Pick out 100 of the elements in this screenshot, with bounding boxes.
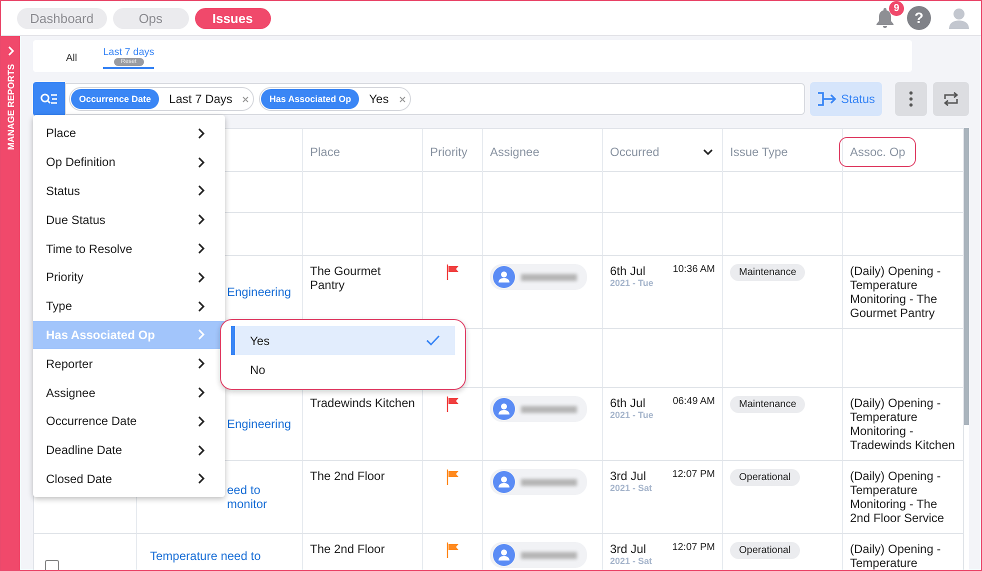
nav-tab[interactable]: Issues: [194, 8, 271, 28]
year-day-text: 2021 - Tue: [610, 410, 654, 420]
chevron-right-icon: [198, 156, 205, 168]
chevron-right-icon: [198, 444, 205, 456]
avatar-icon: [493, 471, 515, 493]
year-day-text: 2021 - Sat: [610, 483, 652, 493]
close-icon[interactable]: [242, 96, 250, 102]
assignee-pill[interactable]: [490, 396, 587, 422]
filter-chip[interactable]: Has Associated Op Yes: [259, 87, 411, 111]
time-text: 10:36 AM: [672, 264, 715, 277]
filter-menu-item[interactable]: Status: [33, 176, 225, 206]
issue-title-link[interactable]: Engineering: [227, 417, 292, 431]
chip-value: Last 7 Days: [169, 92, 232, 106]
time-text: 12:07 PM: [672, 469, 715, 482]
date-text: 3rd Jul: [610, 469, 648, 483]
filter-menu-item[interactable]: Closed Date: [33, 464, 225, 494]
assoc-op-text: (Daily) Opening - Temperature Monitoring - The 2nd Floor Service: [850, 469, 944, 525]
chip-field-label: Occurrence Date: [71, 89, 160, 109]
row-checkbox[interactable]: [45, 560, 59, 570]
swap-arrows-icon: [943, 92, 959, 106]
merge-arrow-icon: [816, 91, 837, 107]
chip-field-label: Has Associated Op: [261, 89, 360, 109]
bell-icon[interactable]: [875, 7, 895, 29]
column-header[interactable]: Issue Type: [719, 137, 799, 167]
submenu-option[interactable]: No: [231, 355, 455, 384]
issue-type-tag: Operational: [730, 469, 800, 486]
chevron-right-icon: [198, 243, 205, 254]
assoc-op-text: (Daily) Opening - Temperature Monitoring - Tradewinds Kitchen: [850, 396, 955, 452]
help-button[interactable]: ?: [907, 6, 931, 30]
date-text: 6th Jul: [610, 264, 646, 278]
time-text: 06:49 AM: [672, 396, 715, 409]
year-day-text: 2021 - Sat: [610, 556, 652, 566]
search-list-icon: [40, 93, 58, 105]
time-text: 12:07 PM: [672, 542, 715, 555]
blurred-name: [521, 406, 577, 412]
chevron-right-icon: [198, 214, 205, 226]
filter-menu-item[interactable]: Assignee: [33, 378, 225, 407]
blurred-name: [521, 478, 577, 486]
more-options-button[interactable]: [895, 82, 927, 116]
submenu-option[interactable]: Yes: [231, 326, 455, 355]
nav-tab[interactable]: Dashboard: [17, 8, 107, 28]
column-header[interactable]: Priority: [419, 137, 478, 167]
date-text: 6th Jul: [610, 396, 646, 410]
chevron-right-icon[interactable]: [6, 46, 14, 56]
place-text: The 2nd Floor: [310, 469, 385, 483]
chip-value: Yes: [369, 92, 389, 106]
notification-badge: 9: [889, 1, 904, 16]
filter-menu-item[interactable]: Place: [33, 119, 225, 148]
chevron-right-icon: [198, 416, 205, 427]
filter-menu-item[interactable]: Time to Resolve: [33, 234, 225, 263]
assignee-pill[interactable]: [490, 542, 587, 568]
assignee-pill[interactable]: [490, 469, 587, 495]
column-header[interactable]: Assignee: [479, 137, 550, 167]
avatar-icon: [493, 398, 515, 420]
issue-title-link[interactable]: Engineering: [227, 285, 292, 299]
nav-tab[interactable]: Ops: [112, 8, 189, 28]
filter-menu-item[interactable]: Type: [33, 292, 225, 321]
chevron-right-icon: [198, 387, 205, 398]
column-header[interactable]: Assoc. Op: [839, 137, 916, 167]
issue-type-tag: Maintenance: [730, 396, 806, 413]
filter-menu-item[interactable]: Due Status: [33, 205, 225, 234]
side-panel[interactable]: MANAGE REPORTS: [1, 36, 20, 570]
place-text: Tradewinds Kitchen: [310, 396, 415, 410]
close-icon[interactable]: [398, 96, 406, 102]
date-tab[interactable]: All: [66, 48, 78, 64]
chevron-right-icon: [198, 128, 205, 139]
side-panel-label: MANAGE REPORTS: [6, 64, 16, 150]
issue-title-link[interactable]: Temperature need to: [150, 549, 261, 563]
search-filter-button[interactable]: [33, 82, 65, 116]
swap-button[interactable]: [933, 82, 969, 116]
issue-type-tag: Operational: [730, 542, 800, 559]
chevron-right-icon: [198, 358, 205, 370]
avatar-icon: [493, 266, 515, 288]
column-header[interactable]: Occurred: [599, 137, 670, 167]
year-day-text: 2021 - Tue: [610, 278, 654, 288]
checkmark-icon: [426, 335, 440, 346]
blurred-name: [521, 274, 577, 280]
sort-caret-icon[interactable]: [703, 148, 713, 156]
filter-chip[interactable]: Occurrence Date Last 7 Days: [69, 87, 254, 111]
date-text: 3rd Jul: [610, 542, 648, 556]
place-text: The Gourmet Pantry: [310, 264, 381, 292]
filter-menu-item[interactable]: Op Definition: [33, 148, 225, 177]
issue-type-tag: Maintenance: [730, 264, 806, 281]
avatar-icon: [493, 544, 515, 566]
filter-menu-item[interactable]: Occurrence Date: [33, 406, 225, 436]
chevron-right-icon: [198, 272, 205, 283]
column-header[interactable]: Place: [299, 137, 352, 167]
issue-title-link[interactable]: eed to monitor: [227, 483, 295, 511]
assignee-pill[interactable]: [490, 264, 587, 290]
status-button[interactable]: Status: [810, 82, 882, 116]
blurred-name: [521, 552, 577, 558]
chevron-right-icon: [198, 185, 205, 196]
filter-menu-item[interactable]: Priority: [33, 262, 225, 292]
chevron-right-icon: [198, 329, 205, 340]
filter-menu-item[interactable]: Deadline Date: [33, 436, 225, 465]
assoc-op-text: (Daily) Opening - Temperature: [850, 542, 941, 570]
chevron-right-icon: [198, 300, 205, 312]
place-text: The 2nd Floor: [310, 542, 385, 556]
more-vertical-icon: [909, 91, 913, 107]
filter-field[interactable]: Occurrence Date Last 7 Days Has Associated Op Yes: [65, 83, 805, 115]
